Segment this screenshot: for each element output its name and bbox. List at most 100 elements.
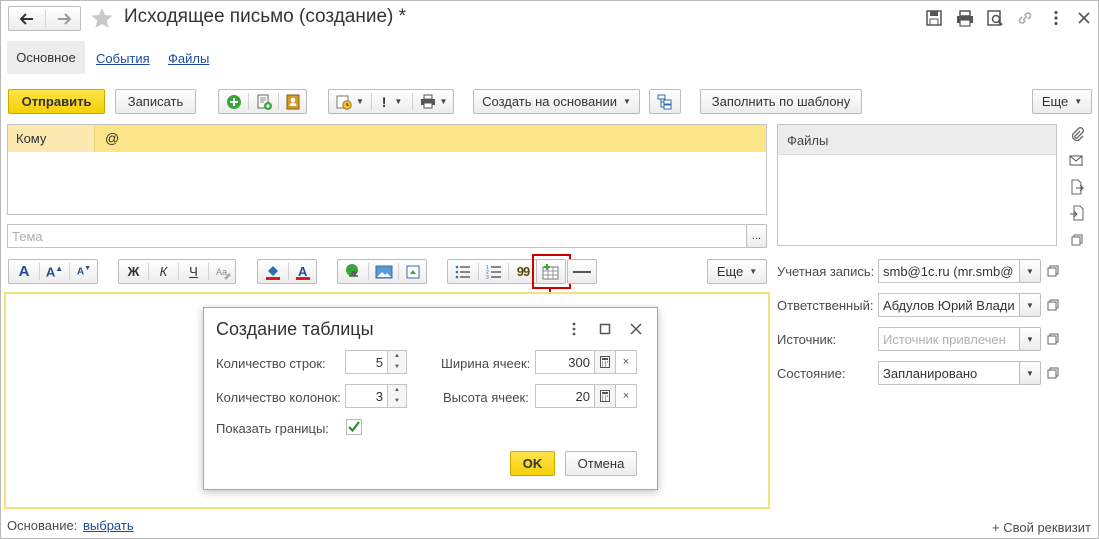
italic-button[interactable]: К — [149, 260, 178, 283]
text-color-button[interactable]: A — [289, 260, 317, 283]
cell-height-input[interactable]: 20 — [535, 384, 595, 408]
arrow-left-icon — [20, 12, 33, 25]
dialog-maximize-icon[interactable] — [599, 323, 611, 335]
responsible-field[interactable]: Абдулов Юрий Влади — [878, 293, 1020, 317]
tab-files[interactable]: Файлы — [168, 51, 209, 66]
attach-side-button[interactable] — [1066, 123, 1088, 145]
send-button[interactable]: Отправить — [8, 89, 105, 114]
fill-template-button[interactable]: Заполнить по шаблону — [700, 89, 862, 114]
basis-select-link[interactable]: выбрать — [83, 518, 134, 533]
editor-more-button[interactable]: Еще ▼ — [707, 259, 767, 284]
insert-table-button[interactable] — [536, 259, 566, 284]
to-value[interactable]: @ — [105, 130, 119, 146]
contacts-button[interactable] — [279, 90, 307, 113]
rows-stepper[interactable]: ▲ ▼ — [387, 350, 407, 374]
custom-attribute-link[interactable]: + Свой реквизит — [992, 520, 1091, 535]
save-icon[interactable] — [925, 9, 943, 27]
numbered-list-button[interactable]: 123 — [479, 260, 508, 283]
preview-icon[interactable] — [986, 9, 1004, 27]
insert-file-button[interactable] — [399, 260, 427, 283]
structure-button[interactable] — [649, 89, 681, 114]
responsible-open-button[interactable] — [1042, 294, 1064, 316]
cancel-button[interactable]: Отмена — [565, 451, 637, 476]
forward-button[interactable] — [46, 7, 81, 30]
to-row[interactable]: Кому @ — [8, 125, 766, 152]
source-placeholder: Источник привлечен — [883, 331, 1006, 347]
subject-input[interactable]: Тема — [7, 224, 747, 248]
cols-input[interactable]: 3 — [345, 384, 388, 408]
more-vertical-icon[interactable] — [1047, 9, 1065, 27]
state-caret: ▼ — [1026, 368, 1034, 378]
add-file-button[interactable] — [249, 90, 278, 113]
mail-attach-side-button[interactable] — [1066, 149, 1088, 171]
state-field[interactable]: Запланировано — [878, 361, 1020, 385]
tab-events[interactable]: События — [96, 51, 150, 66]
account-open-button[interactable] — [1042, 260, 1064, 282]
italic-icon: К — [159, 264, 168, 279]
source-field[interactable]: Источник привлечен — [878, 327, 1020, 351]
cols-value: 3 — [375, 388, 383, 404]
clear-format-button[interactable]: Aa — [209, 260, 236, 283]
schedule-caret: ▼ — [356, 97, 364, 106]
underline-button[interactable]: Ч — [179, 260, 208, 283]
font-size-group: A A▲ A▼ — [8, 259, 98, 284]
source-dropdown[interactable]: ▼ — [1019, 327, 1041, 351]
background-color-button[interactable] — [258, 260, 288, 283]
print-icon[interactable] — [956, 9, 974, 27]
open-window-icon — [1047, 333, 1059, 345]
save-button[interactable]: Записать — [115, 89, 196, 114]
responsible-dropdown[interactable]: ▼ — [1019, 293, 1041, 317]
font-normal-button[interactable]: A — [9, 260, 39, 283]
tab-main[interactable]: Основное — [7, 41, 85, 74]
font-decrease-button[interactable]: A▼ — [70, 260, 98, 283]
editor-more-label: Еще — [716, 264, 744, 279]
borders-checkbox[interactable] — [346, 419, 362, 435]
open-side-button[interactable] — [1066, 229, 1088, 251]
import-file-side-button[interactable] — [1066, 202, 1088, 224]
back-button[interactable] — [9, 7, 45, 30]
add-file-icon — [257, 94, 272, 110]
ok-button[interactable]: OK — [510, 451, 555, 476]
address-book-icon — [286, 94, 300, 109]
bold-button[interactable]: Ж — [119, 260, 148, 283]
print-icon — [420, 94, 435, 108]
rows-value: 5 — [375, 354, 383, 370]
cell-height-clear-button[interactable]: × — [615, 384, 637, 408]
file-import-icon — [1070, 205, 1084, 221]
checkmark-icon — [346, 419, 362, 435]
dialog-close-icon[interactable] — [630, 323, 642, 335]
subject-select-button[interactable]: ... — [746, 224, 767, 248]
create-based-button[interactable]: Создать на основании ▼ — [473, 89, 640, 114]
insert-image-button[interactable] — [369, 260, 398, 283]
link-icon[interactable] — [1016, 9, 1034, 27]
importance-button[interactable]: ! ▼ — [372, 90, 412, 113]
cell-height-calc-button[interactable] — [594, 384, 616, 408]
importance-icon: ! — [381, 93, 387, 110]
attach-group — [218, 89, 307, 114]
state-dropdown[interactable]: ▼ — [1019, 361, 1041, 385]
close-icon[interactable] — [1075, 9, 1093, 27]
schedule-button[interactable]: ▼ — [329, 90, 371, 113]
open-window-icon — [1047, 367, 1059, 379]
account-dropdown[interactable]: ▼ — [1019, 259, 1041, 283]
export-file-side-button[interactable] — [1066, 176, 1088, 198]
add-button[interactable] — [219, 90, 248, 113]
font-increase-button[interactable]: A▲ — [40, 260, 69, 283]
favorite-button[interactable] — [91, 7, 113, 29]
image-icon — [375, 265, 392, 278]
horizontal-line-button[interactable] — [567, 259, 597, 284]
more-button[interactable]: Еще ▼ — [1032, 89, 1092, 114]
print-button[interactable]: ▼ — [413, 90, 454, 113]
source-open-button[interactable] — [1042, 328, 1064, 350]
dialog-more-icon[interactable] — [568, 321, 580, 337]
insert-link-button[interactable] — [338, 260, 368, 283]
bullet-list-button[interactable] — [448, 260, 478, 283]
cell-width-clear-button[interactable]: × — [615, 350, 637, 374]
account-field[interactable]: smb@1c.ru (mr.smb@ — [878, 259, 1020, 283]
rows-input[interactable]: 5 — [345, 350, 388, 374]
cols-stepper[interactable]: ▲ ▼ — [387, 384, 407, 408]
cell-width-input[interactable]: 300 — [535, 350, 595, 374]
cell-width-calc-button[interactable] — [594, 350, 616, 374]
svg-text:A: A — [298, 264, 308, 279]
state-open-button[interactable] — [1042, 362, 1064, 384]
